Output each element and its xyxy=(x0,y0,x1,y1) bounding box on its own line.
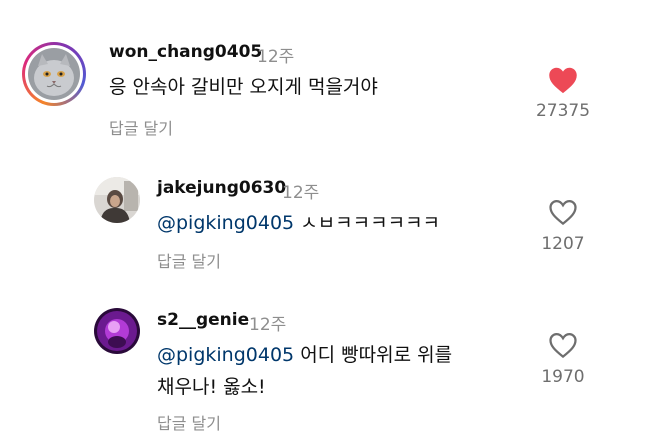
reply-button[interactable]: 답글 달기 xyxy=(157,248,221,272)
comment-username[interactable]: won_chang0405 xyxy=(109,42,262,62)
comment-text: 응 안속아 갈비만 오지게 먹을거야 xyxy=(109,71,378,103)
mention-link[interactable]: @pigking0405 xyxy=(157,344,294,366)
heart-outline-icon xyxy=(549,199,577,226)
comment-username[interactable]: jakejung0630 xyxy=(157,178,286,198)
comment-body: 어디 빵따위로 위를 xyxy=(300,344,453,366)
like-button[interactable] xyxy=(548,331,578,359)
mention-link[interactable]: @pigking0405 xyxy=(157,212,294,234)
avatar[interactable] xyxy=(94,308,140,354)
reply-button[interactable]: 답글 달기 xyxy=(109,115,173,139)
comment-text: @pigking0405 어디 빵따위로 위를 xyxy=(157,339,452,371)
like-button[interactable] xyxy=(548,198,578,226)
reply-comment-item: jakejung0630 12주 @pigking0405 ㅅㅂㅋㅋㅋㅋㅋㅋ 답… xyxy=(0,170,662,280)
comment-body: ㅅㅂㅋㅋㅋㅋㅋㅋ xyxy=(300,212,441,234)
comment-body: 채우나! 옳소! xyxy=(157,376,266,398)
heart-filled-icon xyxy=(549,67,577,94)
comment-username[interactable]: s2__genie xyxy=(157,310,249,330)
avatar[interactable] xyxy=(94,177,140,223)
like-button[interactable] xyxy=(548,66,578,94)
comment-text: @pigking0405 ㅅㅂㅋㅋㅋㅋㅋㅋ xyxy=(157,207,440,239)
comment-timestamp: 12주 xyxy=(257,47,295,67)
reply-button[interactable]: 답글 달기 xyxy=(157,410,221,434)
like-count: 27375 xyxy=(535,101,591,121)
comment-timestamp: 12주 xyxy=(249,315,287,335)
comment-body: 응 안속아 갈비만 오지게 먹을거야 xyxy=(109,76,378,98)
comment-timestamp: 12주 xyxy=(282,183,320,203)
avatar[interactable] xyxy=(28,48,80,100)
like-count: 1970 xyxy=(541,367,585,387)
reply-comment-item: s2__genie 12주 @pigking0405 어디 빵따위로 위를 채우… xyxy=(0,300,662,440)
comment-text-line2: 채우나! 옳소! xyxy=(157,371,266,403)
heart-outline-icon xyxy=(549,332,577,359)
like-count: 1207 xyxy=(541,234,585,254)
comment-item: won_chang0405 12주 응 안속아 갈비만 오지게 먹을거야 답글 … xyxy=(0,0,662,150)
